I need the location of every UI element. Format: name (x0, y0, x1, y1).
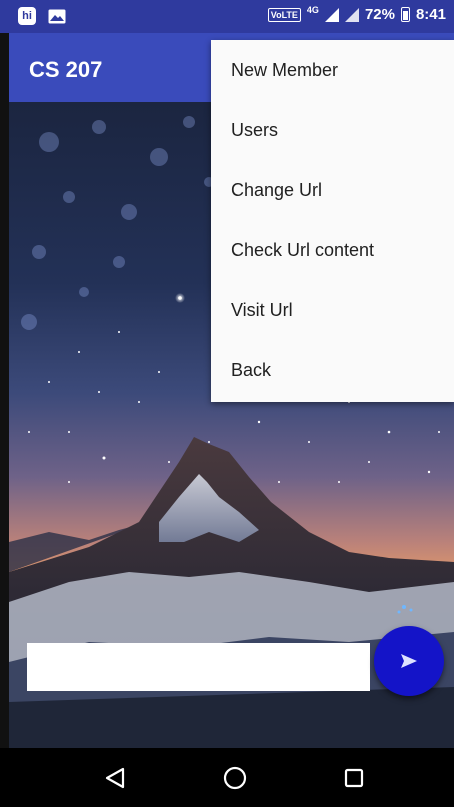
battery-icon (400, 7, 410, 22)
menu-item-change-url[interactable]: Change Url (211, 160, 454, 220)
phone-screen: hi VoLTE 4G 72% 8:41 CS 207 New Member U… (0, 0, 454, 807)
image-notification-icon (48, 9, 66, 23)
signal-icon-2 (344, 7, 359, 22)
menu-item-new-member[interactable]: New Member (211, 40, 454, 100)
hi-app-icon: hi (18, 7, 36, 25)
status-indicators: VoLTE 4G 72% 8:41 (267, 4, 446, 23)
menu-item-visit-url[interactable]: Visit Url (211, 280, 454, 340)
back-triangle-icon (105, 767, 125, 789)
hi-icon-label: hi (22, 10, 32, 22)
battery-percent: 72% (364, 6, 395, 23)
clock: 8:41 (415, 6, 446, 23)
menu-item-check-url-content[interactable]: Check Url content (211, 220, 454, 280)
menu-item-users[interactable]: Users (211, 100, 454, 160)
network-type: 4G (306, 4, 319, 15)
signal-icon (324, 7, 339, 22)
message-input[interactable] (27, 643, 370, 691)
home-circle-icon (223, 766, 247, 790)
screen-edge (0, 33, 9, 748)
overflow-menu: New Member Users Change Url Check Url co… (211, 40, 454, 402)
app-title: CS 207 (29, 57, 103, 82)
back-nav-button[interactable] (99, 762, 131, 794)
menu-item-back[interactable]: Back (211, 340, 454, 400)
status-notifications: hi (18, 7, 66, 25)
navigation-bar (0, 748, 454, 807)
volte-badge: VoLTE (267, 7, 301, 22)
send-button[interactable] (374, 626, 444, 696)
send-icon (401, 654, 417, 668)
recents-square-icon (344, 768, 364, 788)
recents-nav-button[interactable] (338, 762, 370, 794)
home-nav-button[interactable] (219, 762, 251, 794)
status-bar: hi VoLTE 4G 72% 8:41 (0, 0, 454, 33)
